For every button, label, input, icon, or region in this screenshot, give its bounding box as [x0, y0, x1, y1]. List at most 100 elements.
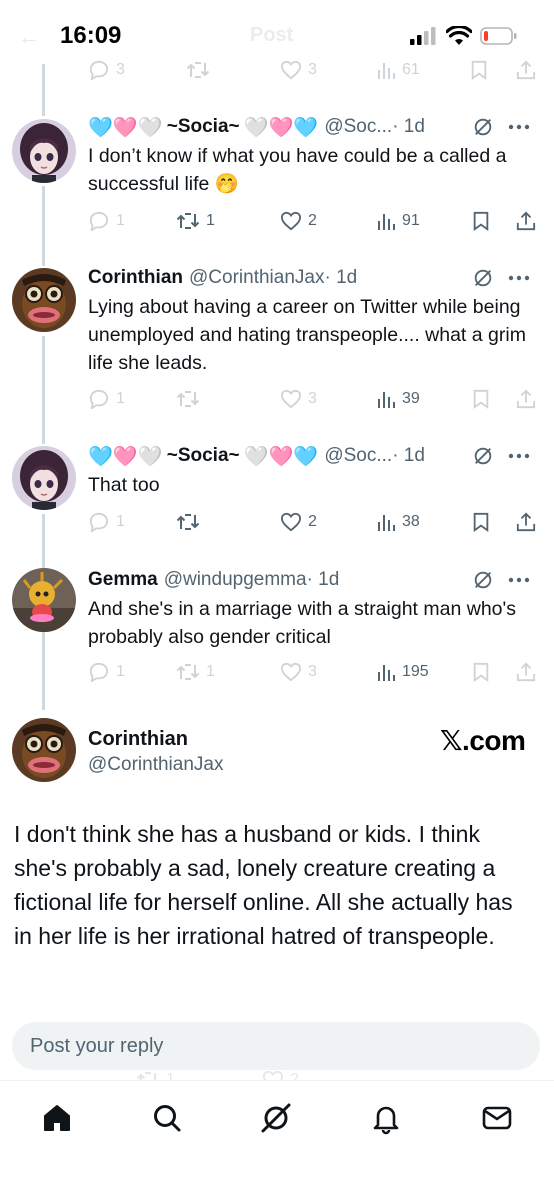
- share-button[interactable]: [516, 662, 536, 682]
- repost-button[interactable]: 1: [176, 662, 215, 682]
- main-post-avatar[interactable]: [12, 718, 76, 782]
- main-post-display-name[interactable]: Corinthian: [88, 726, 223, 752]
- like-button[interactable]: 2: [280, 512, 317, 532]
- reply-button[interactable]: 1: [88, 211, 125, 231]
- nav-messages[interactable]: [480, 1101, 514, 1135]
- avatar[interactable]: [12, 268, 76, 332]
- more-options-icon[interactable]: [508, 453, 530, 459]
- user-handle[interactable]: @CorinthianJax: [189, 267, 324, 289]
- display-name[interactable]: ~Socia~: [167, 445, 240, 467]
- display-name[interactable]: Corinthian: [88, 267, 183, 289]
- repost-count: 1: [206, 663, 215, 680]
- like-count: 3: [308, 390, 317, 407]
- more-options-icon[interactable]: [508, 275, 530, 281]
- post-time: · 1d: [306, 569, 340, 590]
- views-button[interactable]: 195: [376, 662, 429, 682]
- tweet-actions: 1 1 3 195: [88, 658, 538, 686]
- status-icons: [410, 26, 518, 46]
- bookmark-button[interactable]: [472, 211, 490, 231]
- like-count: 2: [308, 513, 317, 530]
- nav-search[interactable]: [150, 1101, 184, 1135]
- like-button[interactable]: 3: [280, 389, 317, 409]
- views-button[interactable]: 91: [376, 211, 420, 231]
- share-button[interactable]: [516, 211, 536, 231]
- share-button[interactable]: [516, 389, 536, 409]
- repost-button[interactable]: 1: [176, 211, 215, 231]
- grok-icon[interactable]: [472, 267, 494, 289]
- grok-icon[interactable]: [472, 569, 494, 591]
- user-handle[interactable]: @Soc...: [324, 445, 392, 467]
- grok-icon[interactable]: [472, 116, 494, 138]
- like-count: 3: [308, 663, 317, 680]
- nav-grok[interactable]: [259, 1101, 293, 1135]
- reply-count: 3: [116, 61, 125, 78]
- nav-home[interactable]: [40, 1101, 74, 1135]
- share-button[interactable]: [516, 60, 536, 80]
- bookmark-button[interactable]: [472, 512, 490, 532]
- back-arrow-icon[interactable]: ←: [18, 24, 40, 50]
- avatar[interactable]: [12, 568, 76, 632]
- repost-button[interactable]: [176, 512, 200, 532]
- share-button[interactable]: [516, 512, 536, 532]
- avatar[interactable]: [12, 446, 76, 510]
- tweet-text: I don’t know if what you have could be a…: [88, 145, 507, 195]
- reply-icon: [89, 389, 109, 409]
- avatar[interactable]: [12, 119, 76, 183]
- cellular-signal-icon: [410, 27, 436, 45]
- user-handle[interactable]: @Soc...: [324, 116, 392, 138]
- bookmark-button[interactable]: [470, 60, 488, 80]
- display-name[interactable]: ~Socia~: [167, 116, 240, 138]
- heart-icon: [280, 60, 302, 80]
- reply-button[interactable]: 1: [88, 389, 125, 409]
- reply-count: 1: [116, 390, 125, 407]
- bookmark-icon: [473, 211, 489, 231]
- repost-button[interactable]: [186, 60, 210, 80]
- wifi-icon: [446, 26, 472, 45]
- views-count: 39: [402, 390, 420, 407]
- share-icon: [516, 389, 536, 409]
- main-post-handle[interactable]: @CorinthianJax: [88, 752, 223, 778]
- main-post-text: I don't think she has a husband or kids.…: [14, 821, 513, 949]
- tweet-header-actions: [472, 569, 530, 591]
- reply-placeholder: Post your reply: [30, 1035, 164, 1057]
- repost-button[interactable]: [176, 389, 200, 409]
- like-button[interactable]: 3: [280, 662, 317, 682]
- views-count: 61: [402, 61, 420, 78]
- reply-icon: [89, 662, 109, 682]
- views-button[interactable]: 61: [376, 60, 420, 80]
- more-options-icon[interactable]: [508, 577, 530, 583]
- like-button[interactable]: 2: [280, 211, 317, 231]
- like-button[interactable]: 3: [280, 60, 317, 80]
- tweet-actions: 1 2 38: [88, 508, 538, 536]
- views-button[interactable]: 38: [376, 512, 420, 532]
- reply-count: 1: [116, 212, 125, 229]
- bookmark-button[interactable]: [472, 662, 490, 682]
- tweet-text: Lying about having a career on Twitter w…: [88, 296, 526, 374]
- views-icon: [378, 214, 395, 230]
- reply-button[interactable]: 1: [88, 662, 125, 682]
- tweet-actions: 1 1 2 91: [88, 207, 538, 235]
- main-post-author[interactable]: Corinthian @CorinthianJax: [88, 726, 223, 778]
- reply-count: 1: [116, 663, 125, 680]
- more-options-icon[interactable]: [508, 124, 530, 130]
- reply-button[interactable]: 1: [88, 512, 125, 532]
- thread-line: [42, 186, 45, 266]
- thread-line: [42, 64, 45, 116]
- heart-icon: [280, 662, 302, 682]
- views-button[interactable]: 39: [376, 389, 420, 409]
- reply-input[interactable]: Post your reply: [12, 1022, 540, 1070]
- bottom-nav: [0, 1080, 554, 1199]
- bookmark-icon: [473, 389, 489, 409]
- tweet-text: That too: [88, 474, 160, 496]
- reply-button[interactable]: 3: [88, 60, 125, 80]
- status-time: 16:09: [60, 22, 122, 49]
- grok-icon[interactable]: [472, 445, 494, 467]
- tweet-actions: 3 3 61: [88, 56, 538, 84]
- user-handle[interactable]: @windupgemma: [164, 569, 307, 591]
- display-name[interactable]: Gemma: [88, 569, 158, 591]
- bookmark-button[interactable]: [472, 389, 490, 409]
- reply-icon: [89, 512, 109, 532]
- nav-notifications[interactable]: [369, 1101, 403, 1135]
- post-time: · 1d: [392, 116, 425, 137]
- tweet-actions: 1 3 39: [88, 385, 538, 413]
